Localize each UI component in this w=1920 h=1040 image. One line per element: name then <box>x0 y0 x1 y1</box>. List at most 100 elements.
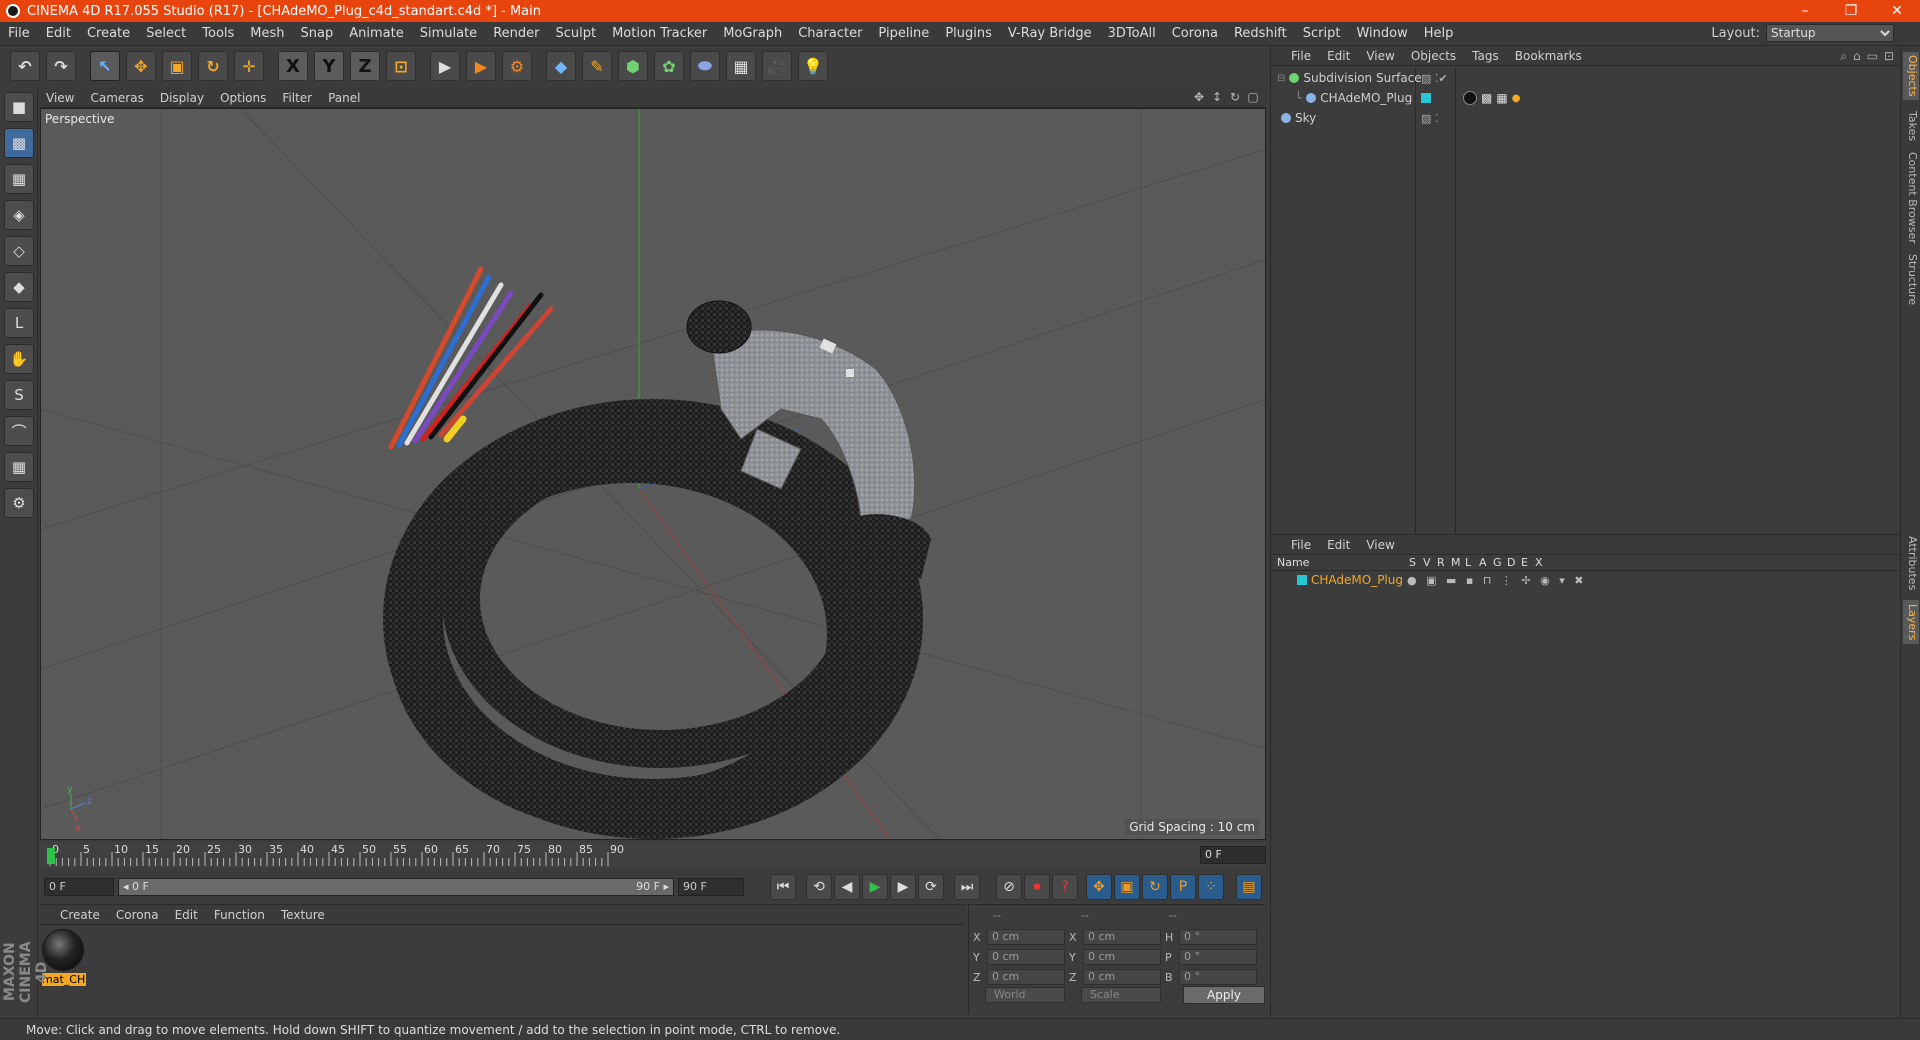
rotation-h-field[interactable]: 0 ° <box>1179 929 1257 945</box>
playhead-marker[interactable] <box>47 848 55 864</box>
material-menu-edit[interactable]: Edit <box>167 908 206 922</box>
x-axis-lock-button[interactable]: X <box>278 51 308 81</box>
autokeying-button[interactable]: ⏺ <box>1024 874 1050 900</box>
layers-menu-view[interactable]: View <box>1358 538 1402 552</box>
next-key-button[interactable]: ⟳ <box>918 874 944 900</box>
object-row-sky[interactable]: Sky ▨ ⁚ <box>1271 108 1901 128</box>
new-view-icon[interactable]: ▭ <box>1867 49 1878 64</box>
menu-redshift[interactable]: Redshift <box>1226 26 1295 41</box>
current-frame-field[interactable]: 0 F <box>1200 846 1266 864</box>
side-tab-attributes[interactable]: Attributes <box>1903 530 1919 596</box>
start-frame-field[interactable]: 0 F <box>44 878 114 896</box>
side-tab-layers[interactable]: Layers <box>1903 600 1919 644</box>
menu-help[interactable]: Help <box>1416 26 1462 41</box>
menu-render[interactable]: Render <box>485 26 547 41</box>
coordinate-system-button[interactable]: ⊡ <box>386 51 416 81</box>
keyframe-selection-button[interactable]: ? <box>1052 874 1078 900</box>
move-button[interactable]: ✥ <box>126 51 156 81</box>
render-settings-button[interactable]: ⚙ <box>502 51 532 81</box>
menu-pipeline[interactable]: Pipeline <box>870 26 937 41</box>
apply-button[interactable]: Apply <box>1183 986 1265 1004</box>
menu-plugins[interactable]: Plugins <box>937 26 1000 41</box>
key-parameter-button[interactable]: P <box>1170 874 1196 900</box>
go-to-end-button[interactable]: ⏭ <box>954 874 980 900</box>
coordinate-space-dropdown[interactable]: World <box>985 987 1065 1003</box>
previous-frame-button[interactable]: ◀ <box>834 874 860 900</box>
scale-button[interactable]: ▣ <box>162 51 192 81</box>
workplane-lock-icon[interactable]: ▦ <box>4 452 34 482</box>
material-tag-icon[interactable] <box>1463 91 1477 105</box>
search-icon[interactable]: ⌕ <box>1840 49 1847 64</box>
collapse-icon[interactable]: ⊟ <box>1277 73 1285 84</box>
restore-button[interactable]: ❐ <box>1828 0 1874 22</box>
undo-button[interactable]: ↶ <box>10 51 40 81</box>
z-axis-lock-button[interactable]: Z <box>350 51 380 81</box>
visibility-toggle-icon[interactable]: ▨ ⁚ <box>1421 112 1438 125</box>
material-menu-corona[interactable]: Corona <box>108 908 167 922</box>
objects-menu-bookmarks[interactable]: Bookmarks <box>1507 49 1590 63</box>
points-mode-icon[interactable]: ◇ <box>4 236 34 266</box>
menu-motion-tracker[interactable]: Motion Tracker <box>604 26 715 41</box>
menu-edit[interactable]: Edit <box>38 26 79 41</box>
key-scale-button[interactable]: ▣ <box>1114 874 1140 900</box>
size-x-field[interactable]: 0 cm <box>1083 929 1161 945</box>
texture-tag-icon[interactable]: ▩ <box>1481 91 1492 105</box>
pen-spline-button[interactable]: ✎ <box>582 51 612 81</box>
objects-menu-edit[interactable]: Edit <box>1319 49 1358 63</box>
position-x-field[interactable]: 0 cm <box>987 929 1065 945</box>
side-tab-structure[interactable]: Structure <box>1903 250 1919 310</box>
viewport-menu-view[interactable]: View <box>38 91 82 105</box>
make-editable-icon[interactable]: ■ <box>4 92 34 122</box>
object-row-plug[interactable]: └ CHAdeMO_Plug ▩ ▦ ● <box>1271 88 1901 108</box>
close-button[interactable]: ✕ <box>1874 0 1920 22</box>
render-picture-viewer-button[interactable]: ▶ <box>466 51 496 81</box>
menu-tools[interactable]: Tools <box>194 26 242 41</box>
objects-menu-file[interactable]: File <box>1283 49 1319 63</box>
menu-simulate[interactable]: Simulate <box>412 26 485 41</box>
timeline-window-button[interactable]: ▤ <box>1236 874 1262 900</box>
menu-animate[interactable]: Animate <box>341 26 411 41</box>
rotate-button[interactable]: ↻ <box>198 51 228 81</box>
menu-window[interactable]: Window <box>1348 26 1415 41</box>
side-tab-takes[interactable]: Takes <box>1903 106 1919 146</box>
menu-corona[interactable]: Corona <box>1164 26 1226 41</box>
phong-tag-icon[interactable]: ● <box>1512 93 1521 104</box>
live-selection-button[interactable]: ↖ <box>90 51 120 81</box>
floor-button[interactable]: ▦ <box>726 51 756 81</box>
perspective-viewport[interactable]: y z x Perspective Grid Spacing : 10 cm <box>40 108 1266 840</box>
quantize-icon[interactable]: ⚙ <box>4 488 34 518</box>
menu-mesh[interactable]: Mesh <box>242 26 292 41</box>
axis-mode-icon[interactable]: ✋ <box>4 344 34 374</box>
array-button[interactable]: ✿ <box>654 51 684 81</box>
viewport-menu-filter[interactable]: Filter <box>274 91 320 105</box>
size-y-field[interactable]: 0 cm <box>1083 949 1161 965</box>
dolly-view-icon[interactable]: ↕ <box>1210 90 1224 104</box>
deformer-button[interactable]: ⬬ <box>690 51 720 81</box>
menu-file[interactable]: File <box>0 26 38 41</box>
size-mode-dropdown[interactable]: Scale <box>1081 987 1161 1003</box>
y-axis-lock-button[interactable]: Y <box>314 51 344 81</box>
objects-menu-tags[interactable]: Tags <box>1464 49 1507 63</box>
material-menu-texture[interactable]: Texture <box>273 908 333 922</box>
viewport-menu-panel[interactable]: Panel <box>320 91 368 105</box>
layer-color-swatch[interactable] <box>1297 575 1307 585</box>
layer-row[interactable]: CHAdeMO_Plug ● ▣ ▬ ▪ ⊓ ⋮ ✢ ◉ ▾ ✖ <box>1271 572 1901 588</box>
layout-select[interactable]: Startup <box>1766 24 1894 42</box>
viewport-menu-cameras[interactable]: Cameras <box>82 91 151 105</box>
home-icon[interactable]: ⌂ <box>1853 49 1861 64</box>
timeline-ruler[interactable]: 0 5 10 15 20 25 30 35 40 45 50 55 60 65 70 75 80 85 90 <box>40 842 1266 868</box>
objects-menu-view[interactable]: View <box>1358 49 1402 63</box>
record-keys-button[interactable]: ⊘ <box>996 874 1022 900</box>
cube-primitive-button[interactable]: ◆ <box>546 51 576 81</box>
menu-3dtoall[interactable]: 3DToAll <box>1100 26 1164 41</box>
camera-button[interactable]: 🎥 <box>762 51 792 81</box>
layers-menu-file[interactable]: File <box>1283 538 1319 552</box>
key-rotation-button[interactable]: ↻ <box>1142 874 1168 900</box>
minimize-button[interactable]: – <box>1782 0 1828 22</box>
go-to-start-button[interactable]: ⏮ <box>770 874 796 900</box>
key-pla-button[interactable]: ⁘ <box>1198 874 1224 900</box>
menu-character[interactable]: Character <box>790 26 870 41</box>
viewport-menu-display[interactable]: Display <box>152 91 212 105</box>
layers-menu-edit[interactable]: Edit <box>1319 538 1358 552</box>
expand-icon[interactable]: ⊡ <box>1884 49 1894 64</box>
